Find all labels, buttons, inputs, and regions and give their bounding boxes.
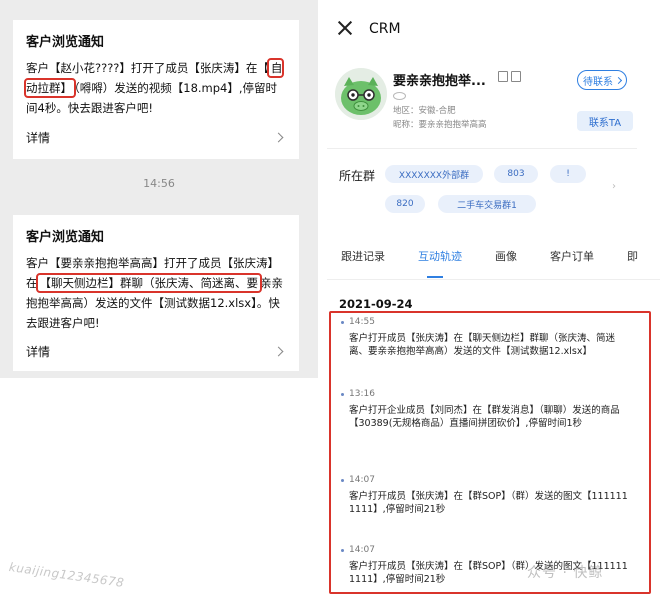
contact-button[interactable]: 联系TA [577, 111, 633, 131]
active-tab-indicator [427, 276, 443, 278]
eye-icon [393, 92, 406, 100]
event-time: 14:55 [349, 317, 375, 327]
event-text: 客户打开成员【张庆涛】在【群SOP】（群）发送的图文【1111111111】,停… [349, 491, 628, 515]
notification-body: 客户【赵小花????】打开了成员【张庆涛】在【 自动拉群】 （嘚嘚）发送的视频【18… [23, 58, 286, 118]
timeline-dot [341, 479, 344, 482]
details-label: 详情 [26, 130, 51, 145]
tab-follow-up[interactable]: 跟进记录 [341, 248, 385, 264]
time-separator: 14:56 [143, 177, 175, 190]
event-text: 客户打开企业成员【刘同杰】在【群发消息】（聊聊）发送的商品【30389(无规格商… [349, 405, 620, 429]
chevron-right-icon[interactable]: › [612, 181, 616, 192]
customer-nickname: 昵称：要亲亲抱抱举高高 [393, 120, 487, 130]
timeline-dot [341, 393, 344, 396]
notification-text: 客户【赵小花????】打开了成员【张庆涛】在【 [26, 61, 269, 75]
pending-contact-button[interactable]: 待联系 [577, 70, 627, 90]
timeline-event[interactable]: 14:07 客户打开成员【张庆涛】在【群SOP】（群）发送的图文【1111111… [331, 475, 649, 531]
notification-card[interactable]: 客户浏览通知 客户【赵小花????】打开了成员【张庆涛】在【 自动拉群】 （嘚嘚）发… [13, 20, 299, 159]
crm-panel: CRM 要亲亲抱抱举... 地区：安徽-合肥 昵称：要亲亲抱抱举高高 待联系 联… [327, 0, 660, 598]
watermark-text: kuaijing12345678 [8, 560, 126, 591]
group-chip[interactable]: 820 [385, 195, 425, 213]
notification-card[interactable]: 客户浏览通知 客户【要亲亲抱抱举高高】打开了成员【张庆涛】在 【聊天侧边栏】群聊（… [13, 215, 299, 371]
chevron-right-icon [273, 132, 284, 142]
edit-icon[interactable] [498, 71, 508, 82]
notification-feed: 客户浏览通知 客户【赵小花????】打开了成员【张庆涛】在【 自动拉群】 （嘚嘚）发… [0, 0, 318, 378]
customer-name: 要亲亲抱抱举... [393, 74, 486, 89]
event-time: 13:16 [349, 389, 375, 399]
brand-watermark: 众号 · 快鲸 [527, 565, 604, 581]
timeline-dot [341, 321, 344, 324]
app-title: CRM [369, 21, 401, 37]
chevron-right-icon [614, 76, 623, 84]
notification-title: 客户浏览通知 [26, 230, 105, 245]
interaction-timeline: 14:55 客户打开成员【张庆涛】在【聊天侧边栏】群聊（张庆涛、简迷离、要亲亲抱… [329, 311, 651, 594]
divider [327, 148, 637, 149]
details-link[interactable]: 详情 [26, 127, 286, 147]
event-time: 14:07 [349, 545, 375, 555]
timeline-event[interactable]: 13:16 客户打开企业成员【刘同杰】在【群发消息】（聊聊）发送的商品【3038… [331, 389, 649, 453]
tab-portrait[interactable]: 画像 [495, 248, 517, 264]
notification-body: 客户【要亲亲抱抱举高高】打开了成员【张庆涛】在 【聊天侧边栏】群聊（张庆涛、简迷离… [26, 253, 286, 333]
group-chip[interactable]: 803 [494, 165, 538, 183]
customer-profile: 要亲亲抱抱举... 地区：安徽-合肥 昵称：要亲亲抱抱举高高 待联系 联系TA [327, 58, 660, 148]
group-chip[interactable]: XXXXXXX外部群 [385, 165, 483, 183]
timeline-event[interactable]: 14:55 客户打开成员【张庆涛】在【聊天侧边栏】群聊（张庆涛、简迷离、要亲亲抱… [331, 317, 649, 377]
group-chip[interactable]: ! [550, 165, 586, 183]
tab-interactions[interactable]: 互动轨迹 [418, 248, 462, 264]
event-text: 客户打开成员【张庆涛】在【聊天侧边栏】群聊（张庆涛、简迷离、要亲亲抱抱举高高）发… [349, 333, 616, 357]
tab-orders[interactable]: 客户订单 [550, 248, 594, 264]
timeline-date: 2021-09-24 [339, 297, 413, 311]
groups-label: 所在群 [339, 169, 376, 183]
pig-avatar-icon [335, 68, 387, 120]
groups-section: 所在群 XXXXXXX外部群 803 ! 820 二手车交易群1 › [327, 165, 660, 221]
details-label: 详情 [26, 344, 51, 359]
tab-more[interactable]: 即 [627, 248, 638, 264]
chevron-right-icon [273, 346, 284, 356]
details-link[interactable]: 详情 [26, 341, 286, 361]
highlight-box: 【聊天侧边栏】群聊（张庆涛、简迷离、要 [35, 273, 262, 293]
event-time: 14:07 [349, 475, 375, 485]
close-icon[interactable] [337, 20, 353, 36]
pending-contact-label: 待联系 [583, 76, 613, 88]
copy-icon[interactable] [511, 71, 521, 82]
timeline-dot [341, 549, 344, 552]
customer-region: 地区：安徽-合肥 [393, 106, 456, 116]
group-chip[interactable]: 二手车交易群1 [438, 195, 536, 213]
notification-title: 客户浏览通知 [26, 35, 105, 50]
tab-bar: 跟进记录 互动轨迹 画像 客户订单 即 [327, 240, 660, 280]
top-bar: CRM [327, 14, 660, 44]
avatar [335, 68, 387, 120]
